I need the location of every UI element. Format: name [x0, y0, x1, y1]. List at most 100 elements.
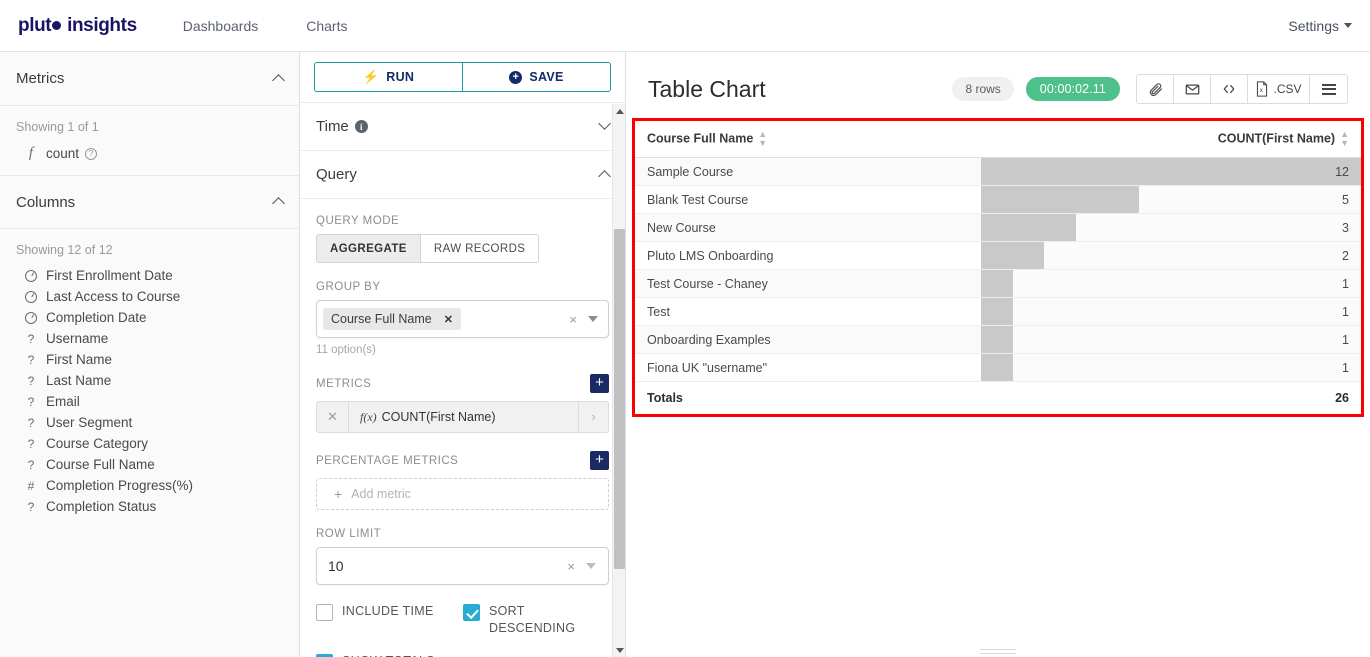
add-percentage-metric-placeholder[interactable]: + Add metric [316, 478, 609, 510]
column-item-label: Completion Progress(%) [46, 478, 194, 493]
row-limit-select[interactable]: 10 × [316, 547, 609, 585]
table-totals-row: Totals 26 [635, 381, 1361, 414]
column-item[interactable]: ? Course Full Name [0, 454, 299, 475]
column-item[interactable]: ? Username [0, 328, 299, 349]
sort-descending-checkbox-cell[interactable]: SORT DESCENDING [463, 603, 593, 637]
csv-download-button[interactable]: x .CSV [1248, 75, 1310, 103]
table-row[interactable]: Pluto LMS Onboarding 2 [635, 241, 1361, 270]
query-body: QUERY MODE AGGREGATE RAW RECORDS GROUP B… [300, 199, 625, 657]
time-section-header[interactable]: Time i [300, 103, 625, 151]
chevron-up-icon[interactable] [272, 193, 285, 211]
result-table: Course Full Name ▲ ▼ COUNT(First Name) ▲ ▼ S… [635, 121, 1361, 414]
table-row[interactable]: Test Course - Chaney 1 [635, 269, 1361, 298]
number-icon: # [27, 478, 35, 493]
scrollbar-thumb[interactable] [614, 229, 625, 569]
metric-item-label: count [46, 146, 80, 161]
settings-menu-button[interactable]: Settings [1288, 18, 1352, 34]
bar-track [981, 270, 1361, 297]
metric-item-count[interactable]: f count ? [0, 142, 299, 165]
table-row[interactable]: Blank Test Course 5 [635, 185, 1361, 214]
run-button[interactable]: ⚡ RUN [314, 62, 462, 92]
columns-section-header[interactable]: Columns [0, 175, 299, 229]
metrics-section-header[interactable]: Metrics [0, 52, 299, 106]
link-icon-button[interactable] [1137, 75, 1174, 103]
chevron-down-icon[interactable] [588, 316, 598, 322]
clear-icon[interactable]: × [569, 312, 577, 327]
sort-arrows-icon[interactable]: ▲ ▼ [758, 130, 767, 148]
remove-metric-icon[interactable]: ✕ [317, 402, 349, 432]
save-button[interactable]: + SAVE [462, 62, 611, 92]
cell-count-with-bar: 1 [981, 269, 1361, 298]
column-item-label: Email [46, 394, 80, 409]
column-item[interactable]: Last Access to Course [0, 286, 299, 307]
table-body: Sample Course 12 Blank Test Course 5 New Cou… [635, 157, 1361, 382]
metric-text-wrap: f(x) COUNT(First Name) [349, 410, 578, 425]
scroll-up-arrow[interactable] [613, 104, 625, 118]
column-item-label: First Name [46, 352, 113, 367]
add-metric-button[interactable]: + [590, 374, 609, 393]
group-by-chip[interactable]: Course Full Name ✕ [323, 308, 461, 330]
include-time-checkbox[interactable] [316, 604, 333, 621]
scroll-down-arrow[interactable] [613, 643, 625, 657]
help-icon[interactable]: ? [85, 147, 98, 160]
table-row[interactable]: Fiona UK "username" 1 [635, 353, 1361, 382]
embed-code-icon-button[interactable] [1211, 75, 1248, 103]
group-by-option-count: 11 option(s) [316, 344, 376, 356]
info-icon[interactable]: i [354, 120, 368, 133]
column-item[interactable]: ? Completion Status [0, 496, 299, 517]
function-icon: f [28, 145, 34, 161]
column-item[interactable]: ? First Name [0, 349, 299, 370]
logo-text-post: insights [62, 14, 137, 36]
column-header-count-first-name[interactable]: COUNT(First Name) ▲ ▼ [981, 121, 1361, 158]
query-section-header[interactable]: Query [300, 151, 625, 199]
query-mode-aggregate[interactable]: AGGREGATE [316, 234, 421, 263]
table-row[interactable]: New Course 3 [635, 213, 1361, 242]
menu-icon-button[interactable] [1310, 75, 1347, 103]
bar-fill [981, 242, 1045, 269]
chevron-up-icon[interactable] [598, 166, 611, 184]
nav-link-charts[interactable]: Charts [306, 18, 347, 34]
column-header-course-full-name[interactable]: Course Full Name ▲ ▼ [635, 121, 981, 158]
bar-fill [981, 326, 1013, 353]
include-time-checkbox-cell[interactable]: INCLUDE TIME [316, 603, 463, 621]
add-percentage-metric-button[interactable]: + [590, 451, 609, 470]
chevron-up-icon[interactable] [272, 70, 285, 88]
bar-fill [981, 158, 1361, 185]
chevron-down-icon[interactable] [598, 116, 611, 136]
column-item[interactable]: # Completion Progress(%) [0, 475, 299, 496]
panel-resize-handle[interactable] [980, 649, 1016, 654]
bar-track [981, 298, 1361, 325]
column-item[interactable]: ? Course Category [0, 433, 299, 454]
columns-section-title: Columns [16, 193, 76, 211]
columns-list: First Enrollment Date Last Access to Cour… [0, 265, 299, 527]
table-row[interactable]: Sample Course 12 [635, 157, 1361, 186]
clear-icon[interactable]: × [567, 559, 575, 574]
column-item[interactable]: First Enrollment Date [0, 265, 299, 286]
sort-descending-checkbox[interactable] [463, 604, 480, 621]
table-row[interactable]: Test 1 [635, 297, 1361, 326]
column-item[interactable]: ? Last Name [0, 370, 299, 391]
column-item[interactable]: ? Email [0, 391, 299, 412]
show-totals-checkbox-cell[interactable]: SHOW TOTALS [316, 653, 435, 657]
nav-link-dashboards[interactable]: Dashboards [183, 18, 259, 34]
column-item-label: First Enrollment Date [46, 268, 173, 283]
table-row[interactable]: Onboarding Examples 1 [635, 325, 1361, 354]
metrics-list: f count ? [0, 142, 299, 175]
email-icon-button[interactable] [1174, 75, 1211, 103]
column-item[interactable]: Completion Date [0, 307, 299, 328]
metric-item-row[interactable]: ✕ f(x) COUNT(First Name) › [316, 401, 609, 433]
sort-arrows-icon[interactable]: ▲ ▼ [1340, 130, 1349, 148]
column-item-label: Completion Status [46, 499, 157, 514]
chevron-right-icon[interactable]: › [578, 402, 608, 432]
result-header: Table Chart 8 rows 00:00:02.11 x .CSV [626, 52, 1370, 118]
chevron-down-icon[interactable] [586, 563, 596, 569]
column-item[interactable]: ? User Segment [0, 412, 299, 433]
group-by-select[interactable]: Course Full Name ✕ × [316, 300, 609, 338]
app-logo[interactable]: plut insights [18, 15, 137, 37]
run-button-label: RUN [386, 70, 415, 84]
cell-count-with-bar: 5 [981, 185, 1361, 214]
cell-count-value: 1 [1342, 304, 1349, 319]
query-mode-raw-records[interactable]: RAW RECORDS [420, 234, 540, 263]
query-panel-scrollbar[interactable] [612, 104, 625, 657]
remove-chip-icon[interactable]: ✕ [444, 313, 453, 326]
